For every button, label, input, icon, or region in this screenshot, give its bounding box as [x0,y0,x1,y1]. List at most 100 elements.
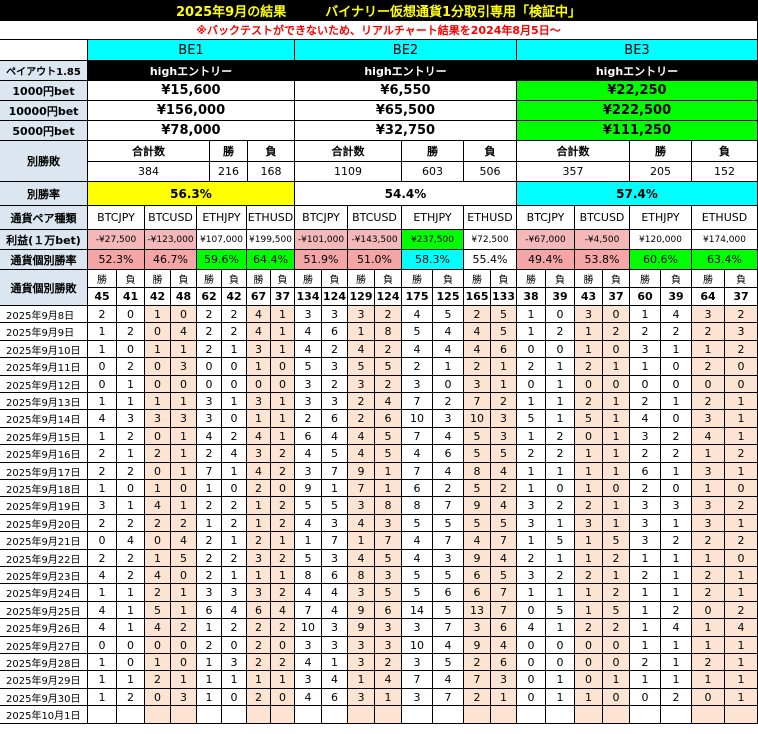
daily-value: 1 [88,393,117,410]
daily-value: 5 [145,602,171,619]
daily-value: 2 [271,445,295,463]
daily-value: 3 [491,671,517,689]
daily-value: 3 [517,497,546,515]
daily-value: 1 [145,306,171,323]
daily-value: 1 [692,445,725,463]
daily-value: 1 [88,428,117,445]
daily-value: 0 [222,480,247,497]
daily-value: 1 [725,393,758,410]
daily-value: 1 [546,410,575,428]
daily-value: 5 [402,515,433,532]
pair-total: 37 [725,288,758,306]
daily-value: 1 [546,550,575,567]
daily-value: 4 [692,428,725,445]
daily-value: 3 [247,584,271,602]
daily-value: 6 [491,654,517,671]
daily-value: 1 [375,689,402,706]
date-label: 2025年9月19日 [0,497,88,515]
pair-total: 129 [348,288,375,306]
win-header: 勝 [517,270,546,288]
daily-value: 1 [725,410,758,428]
pair-total: 39 [661,288,692,306]
daily-value: 0 [517,671,546,689]
daily-value: 7 [322,532,348,550]
daily-value: 1 [661,463,692,480]
pair-total: 41 [117,288,145,306]
daily-value: 1 [725,671,758,689]
daily-value: 4 [464,323,491,341]
daily-value: 0 [661,358,692,376]
daily-value: 1 [171,341,197,358]
daily-value: 6 [322,323,348,341]
daily-value: 4 [661,306,692,323]
winloss-header: 合計数 [88,141,210,162]
daily-value: 1 [348,323,375,341]
daily-value: 4 [517,619,546,637]
daily-value: 5 [491,445,517,463]
daily-value: 1 [117,393,145,410]
daily-value: 2 [322,376,348,393]
daily-value: 1 [145,654,171,671]
daily-value: 4 [322,671,348,689]
daily-value: 2 [117,689,145,706]
daily-value: 3 [375,619,402,637]
daily-value: 3 [433,550,464,567]
daily-value: 3 [402,619,433,637]
daily-value: 2 [247,637,271,654]
daily-value: 6 [464,584,491,602]
daily-value: 2 [575,619,603,637]
daily-value: 0 [222,637,247,654]
daily-value: 3 [348,654,375,671]
daily-value: 1 [271,323,295,341]
daily-value: 9 [295,480,322,497]
daily-value: 0 [603,480,630,497]
daily-value: 0 [271,637,295,654]
daily-value: 3 [348,689,375,706]
date-label: 2025年9月18日 [0,480,88,497]
loss-header: 負 [171,270,197,288]
daily-value: 1 [661,515,692,532]
daily-value: 4 [491,463,517,480]
daily-value: 1 [630,671,661,689]
daily-value: 1 [322,654,348,671]
daily-value: 1 [222,393,247,410]
daily-value: 1 [491,376,517,393]
daily-value: 3 [375,637,402,654]
winloss-value: 384 [88,162,210,182]
daily-value: 6 [322,410,348,428]
daily-value: 1 [575,602,603,619]
daily-value: 4 [88,619,117,637]
daily-value: 2 [630,567,661,584]
winloss-header: 勝 [402,141,464,162]
daily-value: 2 [575,358,603,376]
sheet-title: 2025年9月の結果 バイナリー仮想通貨1分取引専用「検証中」 [0,0,758,21]
daily-value: 0 [725,358,758,376]
daily-value: 7 [402,463,433,480]
daily-value: 1 [661,567,692,584]
daily-value: 1 [546,393,575,410]
daily-value: 2 [348,410,375,428]
daily-value: 3 [322,550,348,567]
daily-value: 2 [88,445,117,463]
daily-value: 2 [197,306,222,323]
daily-value: 0 [546,654,575,671]
daily-value: 5 [375,358,402,376]
daily-value: 3 [402,689,433,706]
daily-value: 3 [630,428,661,445]
daily-value: 7 [433,497,464,515]
profit-value: -¥27,500 [88,230,145,250]
daily-value: 2 [630,654,661,671]
daily-value: 1 [145,480,171,497]
daily-value: 4 [247,306,271,323]
daily-value: 7 [348,480,375,497]
daily-value [247,706,271,724]
daily-value: 1 [725,515,758,532]
daily-value: 5 [433,515,464,532]
daily-value: 2 [295,410,322,428]
daily-value: 0 [517,376,546,393]
daily-value: 1 [247,567,271,584]
pair-name: BTCJPY [88,206,145,230]
pair-total: 175 [402,288,433,306]
daily-value: 2 [546,567,575,584]
bet-label: 10000円bet [0,101,88,121]
